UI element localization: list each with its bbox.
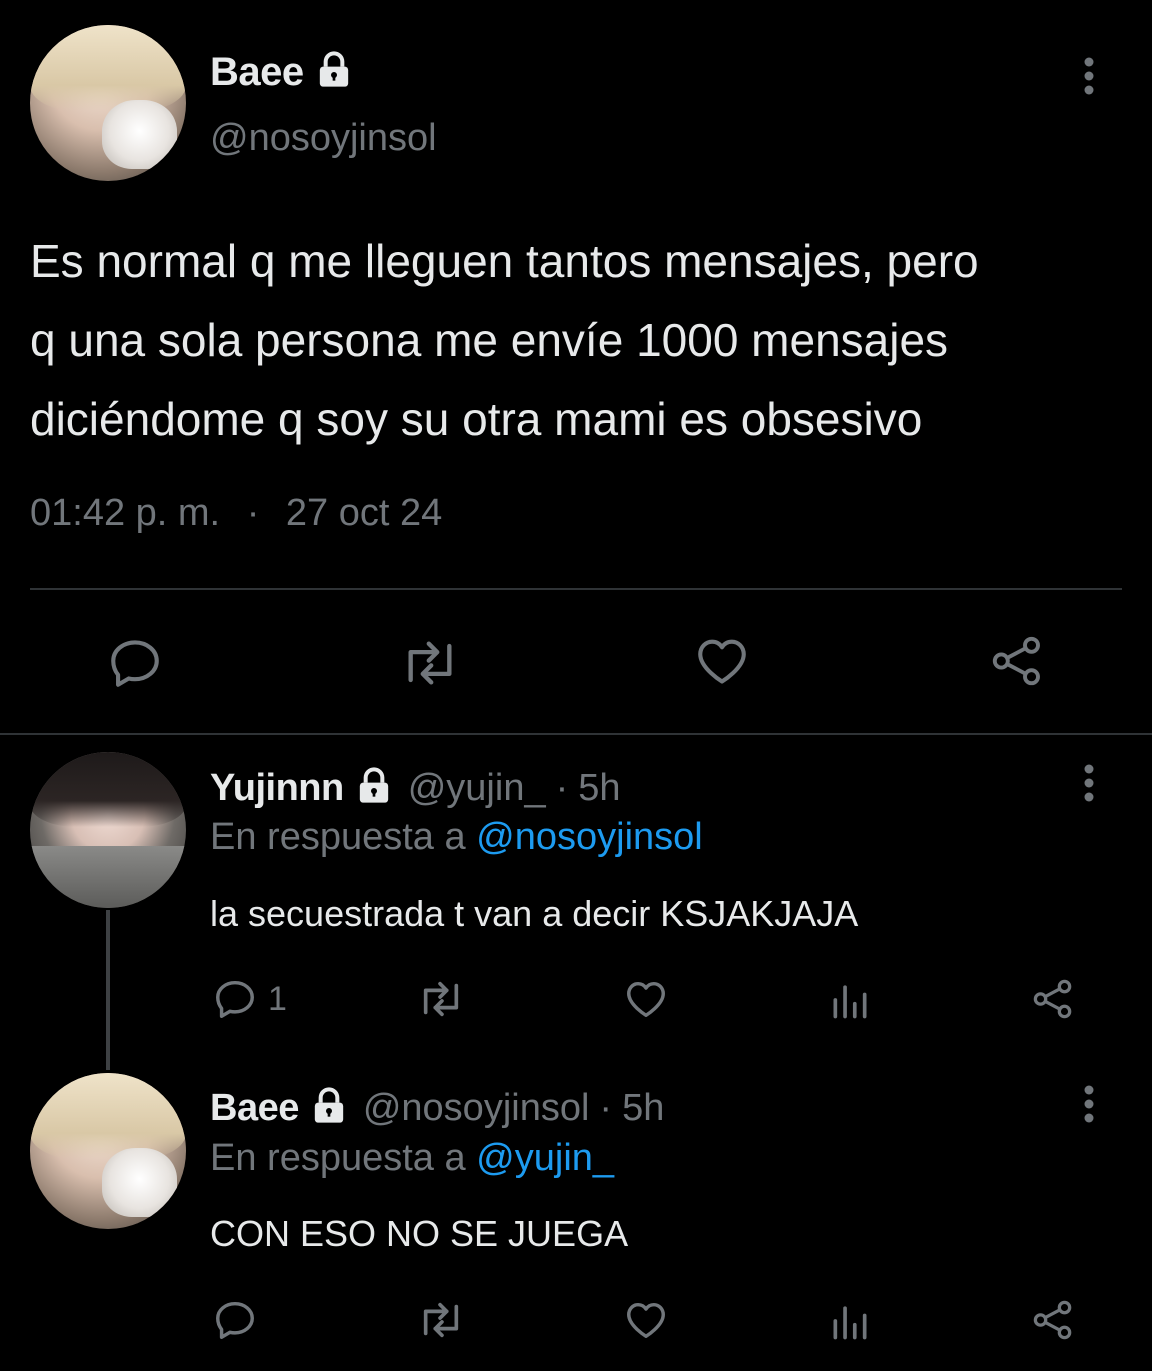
retweet-icon[interactable] xyxy=(396,634,464,692)
lock-icon xyxy=(309,1086,349,1131)
thread-line xyxy=(106,910,110,1070)
lock-icon xyxy=(314,50,354,95)
tweet-age: 5h xyxy=(622,1086,665,1129)
tweet-time[interactable]: 01:42 p. m. xyxy=(30,492,220,534)
tweet-text: la secuestrada t van a decir KSJAKJAJA xyxy=(210,893,859,934)
share-icon[interactable] xyxy=(1030,1297,1076,1343)
reply-count: 1 xyxy=(268,979,287,1018)
like-icon[interactable] xyxy=(692,632,752,690)
handle[interactable]: @nosoyjinsol xyxy=(363,1087,590,1130)
reply-context: En respuesta a @yujin_ xyxy=(210,1137,614,1180)
avatar[interactable] xyxy=(30,1073,186,1229)
dot-separator: · xyxy=(599,1086,613,1129)
separator: · xyxy=(246,492,260,534)
reply-action[interactable]: 1 xyxy=(212,976,287,1022)
reply-icon[interactable] xyxy=(212,976,258,1022)
more-icon[interactable] xyxy=(1074,1084,1104,1129)
more-icon[interactable] xyxy=(1074,56,1104,101)
display-name[interactable]: Baee xyxy=(210,1087,299,1130)
handle[interactable]: @yujin_ xyxy=(408,767,546,810)
reply-icon[interactable] xyxy=(106,634,164,692)
retweet-icon[interactable] xyxy=(414,976,468,1022)
dot-separator: · xyxy=(555,766,569,809)
lock-icon xyxy=(354,766,394,811)
reply-context: En respuesta a @nosoyjinsol xyxy=(210,816,703,859)
tweet-date[interactable]: 27 oct 24 xyxy=(286,492,442,534)
avatar[interactable] xyxy=(30,752,186,908)
views-icon[interactable] xyxy=(828,1299,872,1343)
tweet-age: 5h xyxy=(578,766,621,809)
like-icon[interactable] xyxy=(622,976,670,1022)
reply-to-link[interactable]: @nosoyjinsol xyxy=(476,816,703,858)
tweet-text: CON ESO NO SE JUEGA xyxy=(210,1213,629,1254)
divider xyxy=(30,588,1122,590)
reply-prefix: En respuesta a xyxy=(210,816,466,858)
display-name[interactable]: Baee xyxy=(210,50,304,95)
views-icon[interactable] xyxy=(828,978,872,1022)
share-icon[interactable] xyxy=(988,632,1046,690)
retweet-icon[interactable] xyxy=(414,1297,468,1343)
reply-prefix: En respuesta a xyxy=(210,1137,466,1179)
more-icon[interactable] xyxy=(1074,763,1104,808)
reply-icon[interactable] xyxy=(212,1297,258,1343)
tweet-text: Es normal q me lleguen tantos mensajes, … xyxy=(30,235,979,445)
like-icon[interactable] xyxy=(622,1297,670,1343)
handle[interactable]: @nosoyjinsol xyxy=(210,117,437,160)
timestamp: 01:42 p. m. · 27 oct 24 xyxy=(30,492,442,535)
reply-to-link[interactable]: @yujin_ xyxy=(476,1137,614,1179)
avatar[interactable] xyxy=(30,25,186,181)
section-divider xyxy=(0,733,1152,735)
display-name[interactable]: Yujinnn xyxy=(210,767,344,810)
share-icon[interactable] xyxy=(1030,976,1076,1022)
